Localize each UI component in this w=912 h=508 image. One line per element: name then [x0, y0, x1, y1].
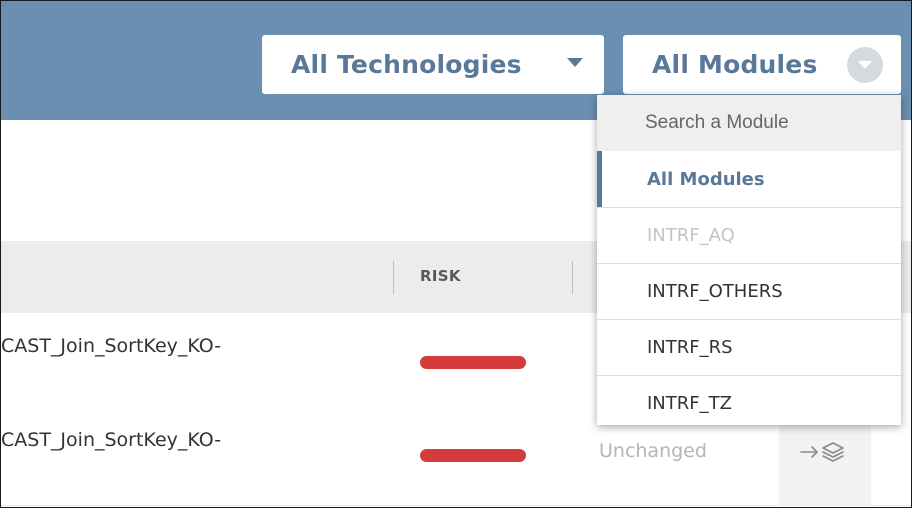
module-select[interactable]: All Modules [623, 35, 901, 94]
module-option-intrf-aq[interactable]: INTRF_AQ [597, 207, 901, 263]
app-frame: All Technologies All Modules RISK CAST_J… [0, 0, 912, 508]
column-divider [572, 261, 573, 294]
risk-bar [420, 449, 526, 462]
module-option-intrf-rs[interactable]: INTRF_RS [597, 319, 901, 375]
row-name: CAST_Join_SortKey_KO- [1, 335, 222, 357]
dropdown-toggle-icon[interactable] [847, 47, 883, 83]
module-option-intrf-others[interactable]: INTRF_OTHERS [597, 263, 901, 319]
module-option-all[interactable]: All Modules [597, 151, 901, 207]
module-dropdown-menu: Search a Module All Modules INTRF_AQ INT… [597, 95, 901, 425]
risk-bar [420, 356, 526, 369]
chevron-down-icon[interactable] [567, 58, 583, 67]
technology-select-label: All Technologies [291, 50, 522, 79]
module-search-input[interactable]: Search a Module [597, 95, 901, 151]
module-option-intrf-tz[interactable]: INTRF_TZ [597, 375, 901, 431]
column-divider [393, 261, 394, 294]
row-name: CAST_Join_SortKey_KO- [1, 429, 222, 451]
module-select-label: All Modules [652, 50, 818, 79]
technology-select[interactable]: All Technologies [262, 35, 604, 94]
arrow-layers-icon[interactable] [799, 437, 853, 467]
status-text: Unchanged [599, 440, 707, 462]
column-header-risk[interactable]: RISK [420, 267, 461, 285]
